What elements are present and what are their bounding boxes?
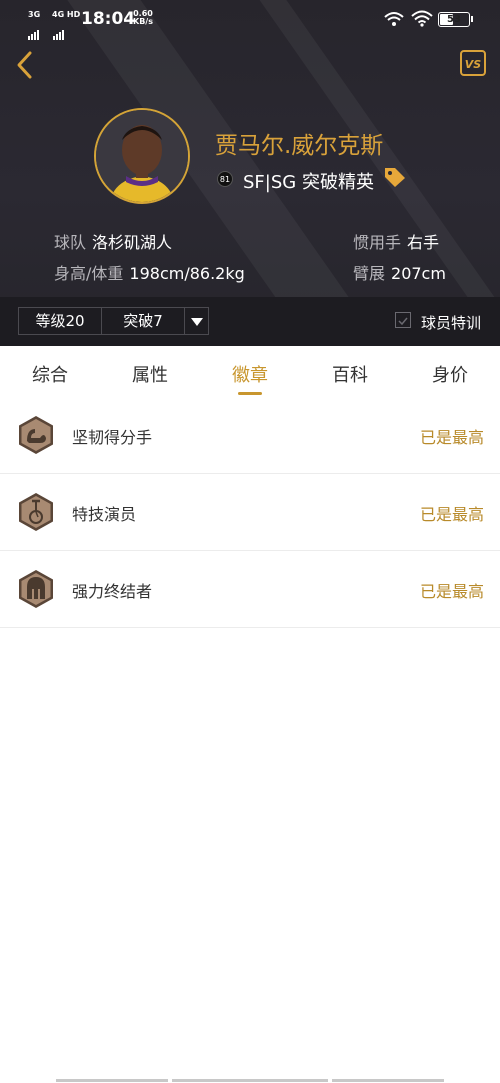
signal-icon [53, 21, 65, 40]
clock: 18:04 [81, 9, 136, 29]
list-item[interactable]: 特技演员 已是最高 [0, 474, 500, 551]
hand-label: 惯用手 [353, 233, 402, 252]
wifi-data-icon [384, 12, 404, 26]
tab-badges[interactable]: 徽章 [200, 361, 300, 387]
network-label-1: 3G [28, 10, 41, 19]
muscle-arm-icon [19, 416, 53, 454]
size-info: 身高/体重 198cm/86.2kg [54, 260, 245, 284]
badge-status: 已是最高 [419, 505, 484, 524]
wifi-icon [411, 10, 433, 27]
hand-value: 右手 [407, 233, 440, 252]
size-value: 198cm/86.2kg [129, 264, 245, 283]
signal-icon [28, 21, 40, 40]
hand-info: 惯用手 右手 [353, 229, 439, 253]
battery-icon: 53 [438, 12, 470, 27]
check-icon [398, 317, 408, 326]
overall-rating-badge: 81 [217, 171, 233, 187]
breakthrough-selector[interactable]: 突破7 [101, 307, 185, 335]
badge-status: 已是最高 [419, 582, 484, 601]
status-bar: 3G 4G HD 18:04 0.60 KB/s 53 [0, 6, 500, 40]
training-checkbox[interactable] [395, 312, 411, 328]
active-tab-indicator [238, 392, 262, 395]
network-speed: 0.60 KB/s [133, 10, 153, 26]
back-arrow-icon[interactable] [12, 48, 42, 82]
tab-overview[interactable]: 综合 [0, 361, 100, 387]
tab-bar: 综合 属性 徽章 百科 身价 [0, 346, 500, 398]
wingspan-value: 207cm [391, 264, 446, 283]
vs-compare-button[interactable]: VS [460, 50, 486, 76]
team-info: 球队 洛杉矶湖人 [54, 229, 172, 253]
wingspan-label: 臂展 [353, 264, 386, 283]
badge-name: 坚韧得分手 [72, 428, 153, 447]
player-position: SF|SG 突破精英 [243, 172, 374, 193]
battery-level: 53 [447, 14, 461, 25]
size-label: 身高/体重 [54, 264, 124, 283]
battery-tip [471, 16, 473, 22]
player-portrait-icon [96, 110, 188, 202]
badge-name: 特技演员 [72, 505, 137, 524]
team-value: 洛杉矶湖人 [92, 233, 173, 252]
wingspan-info: 臂展 207cm [353, 260, 446, 284]
chevron-down-icon [190, 318, 203, 326]
level-selector[interactable]: 等级20 [18, 307, 102, 335]
spartan-helmet-icon [19, 570, 53, 608]
tab-value[interactable]: 身价 [400, 361, 500, 387]
nav-indicator [332, 1079, 444, 1082]
list-item[interactable]: 强力终结者 已是最高 [0, 551, 500, 628]
network-label-2: 4G HD [52, 10, 81, 19]
player-header: 3G 4G HD 18:04 0.60 KB/s 53 VS 贾马尔.威尔克斯 … [0, 0, 500, 346]
tab-attributes[interactable]: 属性 [100, 361, 200, 387]
tab-wiki[interactable]: 百科 [300, 361, 400, 387]
list-item[interactable]: 坚韧得分手 已是最高 [0, 397, 500, 474]
badge-status: 已是最高 [419, 428, 484, 447]
speed-unit: KB/s [133, 17, 153, 26]
tag-icon[interactable] [383, 166, 407, 188]
nav-indicator [56, 1079, 168, 1082]
player-name: 贾马尔.威尔克斯 [215, 133, 384, 159]
team-label: 球队 [54, 233, 87, 252]
dropdown-button[interactable] [184, 307, 209, 335]
badge-name: 强力终结者 [72, 582, 153, 601]
unicycle-icon [19, 493, 53, 531]
nav-indicator [172, 1079, 328, 1082]
player-avatar [94, 108, 190, 204]
training-label[interactable]: 球员特训 [421, 312, 481, 333]
